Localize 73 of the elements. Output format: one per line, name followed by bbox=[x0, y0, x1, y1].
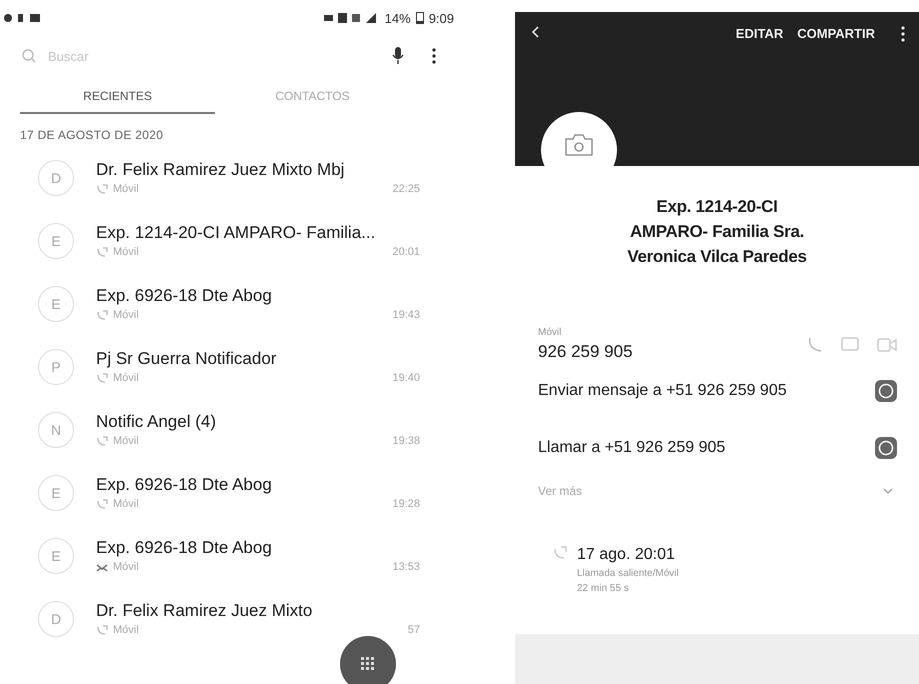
contact-name[interactable]: Dr. Felix Ramirez Juez Mixto bbox=[96, 601, 420, 621]
contact-name[interactable]: Notific Angel (4) bbox=[96, 412, 420, 432]
call-time: 57 bbox=[408, 624, 420, 636]
phone-icon bbox=[96, 310, 108, 320]
contact-avatar: D bbox=[38, 160, 74, 196]
number-type: Móvil bbox=[113, 624, 139, 636]
date-header: 17 DE AGOSTO DE 2020 bbox=[19, 127, 164, 144]
phone-icon bbox=[96, 625, 108, 635]
number-type: Móvil bbox=[113, 183, 139, 195]
phone-icon bbox=[96, 184, 108, 194]
contact-avatar: E bbox=[38, 538, 74, 574]
call-type: Llamada saliente/Móvil bbox=[577, 568, 679, 579]
contact-avatar: D bbox=[38, 600, 74, 636]
whatsapp-icon bbox=[875, 436, 897, 458]
outgoing-call-icon bbox=[553, 546, 567, 560]
number-type: Móvil bbox=[113, 561, 139, 573]
battery-icon bbox=[416, 12, 424, 24]
call-time: 13:53 bbox=[392, 561, 420, 573]
contact-avatar: P bbox=[38, 348, 74, 384]
search-field[interactable]: Buscar bbox=[46, 48, 382, 64]
phone-icon bbox=[96, 373, 108, 383]
battery-percentage: 14% bbox=[384, 10, 411, 26]
contact-name: Veronica Vilca Paredes bbox=[627, 246, 807, 268]
search-icon bbox=[22, 49, 36, 63]
number-type: Móvil bbox=[113, 435, 139, 447]
contact-name[interactable]: Exp. 6926-18 Dte Abog bbox=[96, 475, 420, 495]
call-time: 22:25 bbox=[392, 183, 420, 195]
whatsapp-icon bbox=[875, 380, 897, 402]
phone-icon bbox=[96, 247, 108, 257]
microphone-icon bbox=[392, 47, 404, 65]
number-type: Móvil bbox=[113, 246, 139, 258]
contact-avatar: E bbox=[38, 222, 74, 258]
clock: 9:09 bbox=[428, 10, 454, 26]
phone-number[interactable]: 926 259 905 bbox=[538, 342, 633, 362]
phone-icon bbox=[96, 436, 108, 446]
contact-avatar: E bbox=[38, 474, 74, 510]
dialpad-button[interactable] bbox=[340, 636, 396, 684]
call-time: 20:01 bbox=[392, 246, 420, 258]
whatsapp-action[interactable]: Enviar mensaje a +51 926 259 905 bbox=[538, 382, 787, 400]
whatsapp-action[interactable]: Llamar a +51 926 259 905 bbox=[538, 438, 726, 456]
contact-name[interactable]: Exp. 6926-18 Dte Abog bbox=[96, 538, 420, 558]
header-action[interactable]: EDITAR bbox=[736, 26, 784, 41]
message-icon bbox=[841, 336, 859, 352]
contact-name: Exp. 1214-20-CI bbox=[656, 196, 778, 218]
back-icon bbox=[531, 26, 539, 38]
number-type: Móvil bbox=[113, 372, 139, 384]
more-options-icon bbox=[901, 26, 905, 42]
contact-name[interactable]: Exp. 1214-20-CI AMPARO- Familia... bbox=[96, 223, 420, 243]
dialpad-icon bbox=[360, 656, 376, 672]
call-date: 17 ago. 20:01 bbox=[577, 546, 676, 564]
contact-name[interactable]: Dr. Felix Ramirez Juez Mixto Mbj bbox=[96, 160, 420, 180]
contact-name[interactable]: Pj Sr Guerra Notificador bbox=[96, 349, 420, 369]
camera-icon bbox=[565, 134, 593, 156]
missed-call-icon bbox=[96, 562, 108, 572]
call-time: 19:38 bbox=[392, 435, 420, 447]
contact-name[interactable]: Exp. 6926-18 Dte Abog bbox=[96, 286, 420, 306]
contact-name: AMPARO- Familia Sra. bbox=[630, 221, 804, 243]
more-options-icon bbox=[432, 48, 436, 64]
call-time: 19:28 bbox=[392, 498, 420, 510]
contact-avatar: N bbox=[38, 412, 74, 448]
contact-avatar: E bbox=[38, 286, 74, 322]
header-action[interactable]: COMPARTIR bbox=[797, 26, 875, 41]
chevron-down-icon bbox=[883, 488, 893, 494]
number-label: Móvil bbox=[538, 327, 562, 338]
phone-icon bbox=[96, 499, 108, 509]
tab[interactable]: RECIENTES bbox=[20, 80, 215, 114]
call-time: 19:43 bbox=[392, 309, 420, 321]
call-time: 19:40 bbox=[392, 372, 420, 384]
call-duration: 22 min 55 s bbox=[577, 583, 630, 594]
number-type: Móvil bbox=[113, 498, 139, 510]
phone-icon bbox=[807, 336, 823, 352]
number-type: Móvil bbox=[113, 309, 139, 321]
video-icon bbox=[877, 338, 897, 352]
